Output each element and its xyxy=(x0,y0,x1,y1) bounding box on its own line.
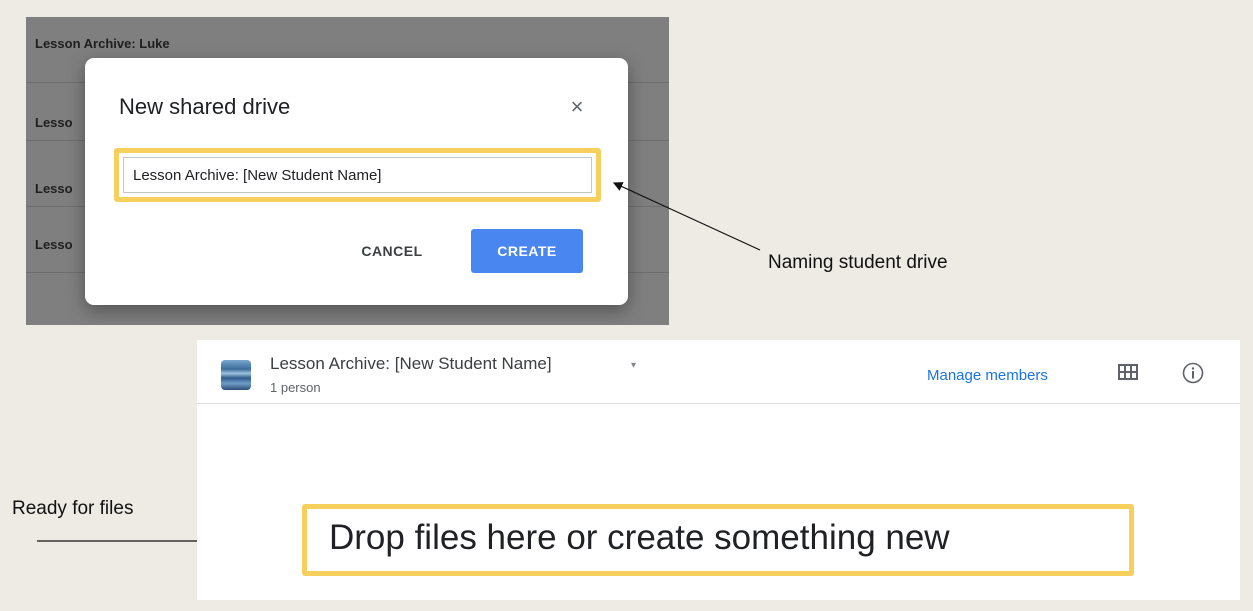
grid-view-icon[interactable] xyxy=(1118,364,1138,380)
close-icon[interactable]: × xyxy=(566,96,588,118)
dialog-title: New shared drive xyxy=(119,94,291,119)
cancel-button[interactable]: CANCEL xyxy=(347,229,437,273)
member-count: 1 person xyxy=(270,380,321,395)
drive-list-panel: Lesson Archive: Luke Lesso Lesso Lesso N… xyxy=(26,17,669,325)
drive-name-input[interactable] xyxy=(123,157,592,193)
annotation-naming: Naming student drive xyxy=(768,252,948,273)
list-item-label: Lesso xyxy=(35,237,73,252)
list-item-label: Lesso xyxy=(35,115,73,130)
shared-drive-view: Lesson Archive: [New Student Name] ▾ 1 p… xyxy=(197,340,1240,600)
drop-zone-highlight: Drop files here or create something new xyxy=(302,504,1134,576)
drive-title[interactable]: Lesson Archive: [New Student Name] xyxy=(270,354,552,374)
annotation-ready: Ready for files xyxy=(12,498,134,519)
drive-thumbnail-icon xyxy=(221,360,251,390)
list-item-label: Lesso xyxy=(35,181,73,196)
drive-header: Lesson Archive: [New Student Name] ▾ 1 p… xyxy=(197,340,1240,404)
name-field-highlight xyxy=(114,148,601,202)
info-icon[interactable] xyxy=(1182,362,1204,384)
create-button[interactable]: CREATE xyxy=(471,229,583,273)
drop-zone-text: Drop files here or create something new xyxy=(329,518,950,557)
new-shared-drive-dialog: New shared drive × CANCEL CREATE xyxy=(85,58,628,305)
list-item-label: Lesson Archive: Luke xyxy=(35,36,170,51)
manage-members-button[interactable]: Manage members xyxy=(927,367,1048,384)
dropdown-caret-icon[interactable]: ▾ xyxy=(631,360,636,371)
